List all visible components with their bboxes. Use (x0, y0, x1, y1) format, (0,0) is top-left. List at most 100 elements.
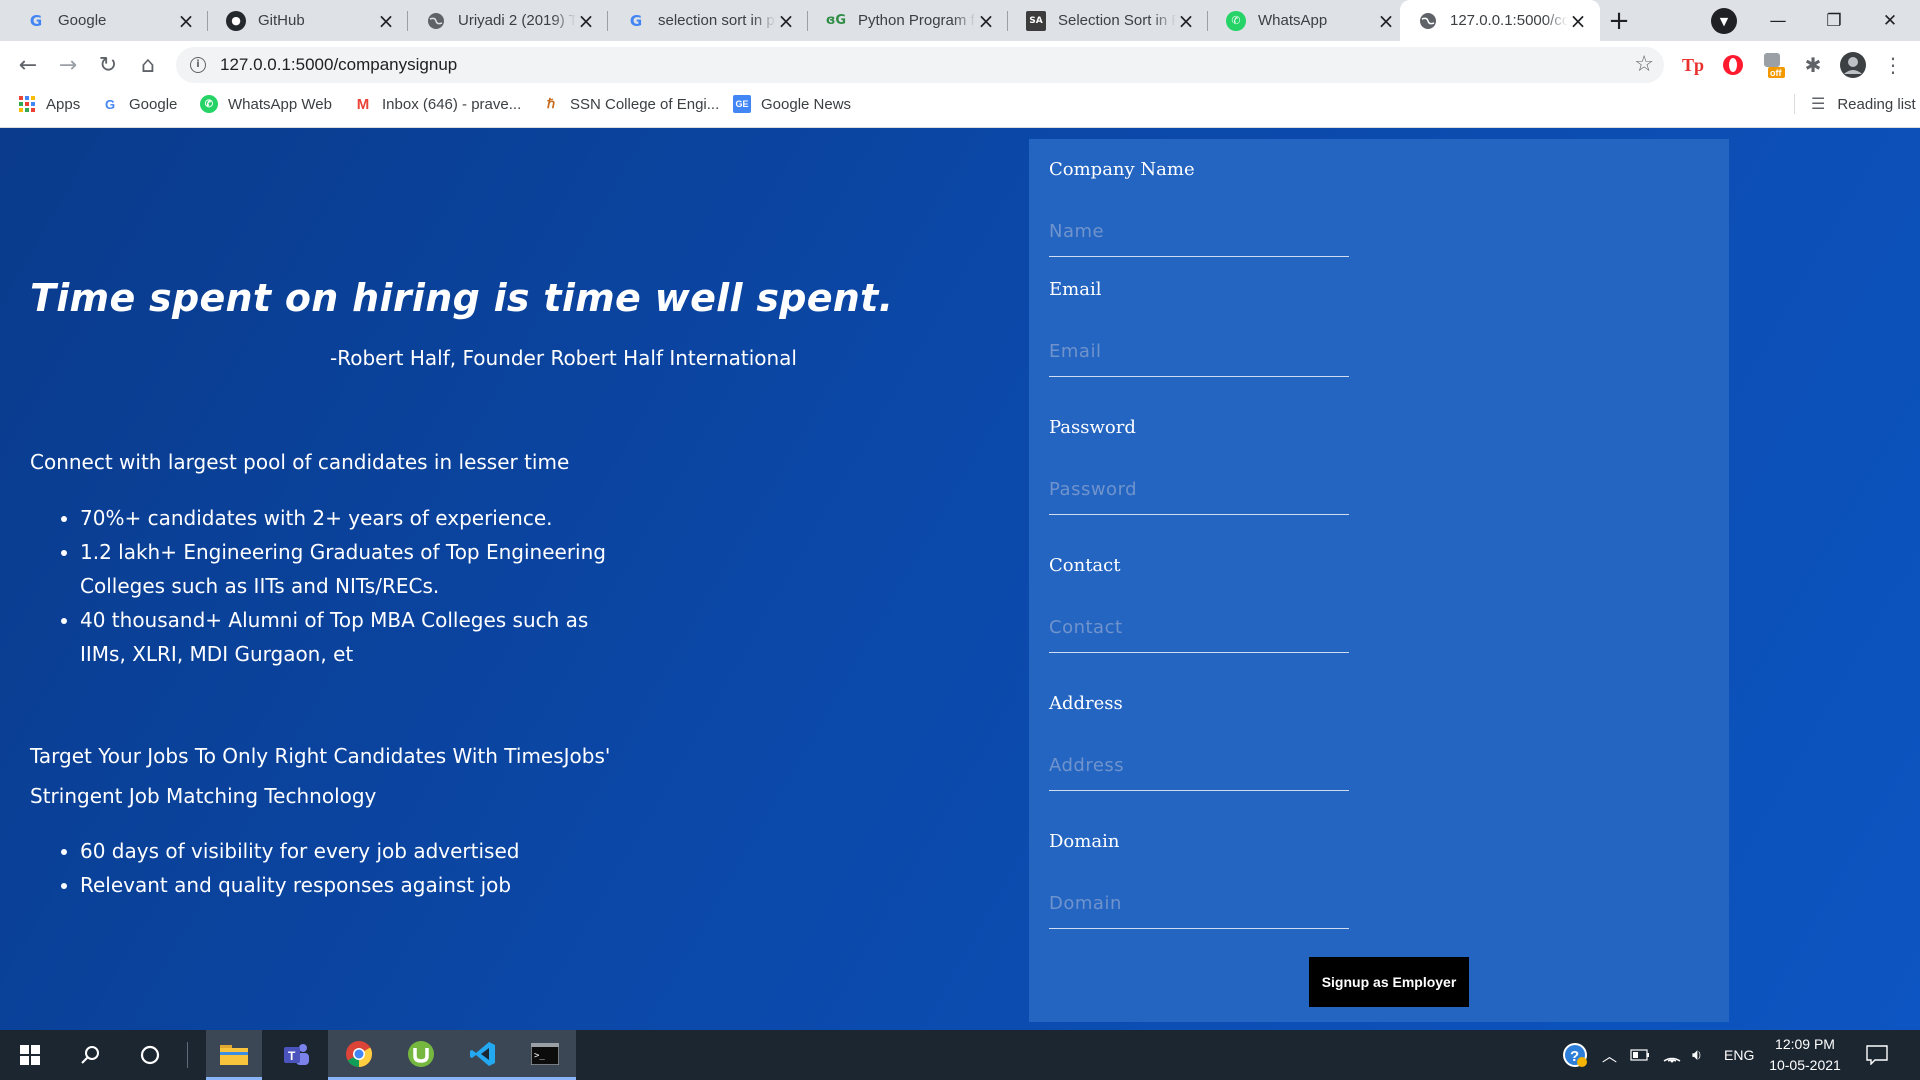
clock-date: 10-05-2021 (1769, 1057, 1841, 1073)
file-explorer-icon[interactable] (206, 1030, 262, 1080)
new-tab-button[interactable]: + (1604, 6, 1634, 36)
signup-employer-button[interactable]: Signup as Employer (1309, 957, 1469, 1007)
section2-list: 60 days of visibility for every job adve… (80, 834, 680, 902)
clock-time: 12:09 PM (1775, 1036, 1835, 1052)
utorrent-icon[interactable] (390, 1030, 452, 1080)
company-name-label: Company Name (1049, 159, 1195, 180)
battery-icon[interactable] (1630, 1030, 1656, 1080)
list-item: 40 thousand+ Alumni of Top MBA Colleges … (80, 603, 620, 671)
email-label: Email (1049, 279, 1102, 300)
tab-uriyadi[interactable]: Uriyadi 2 (2019) Tamil × (408, 0, 608, 41)
globe-icon (1418, 11, 1438, 31)
bookmark-google-news[interactable]: GE Google News (733, 88, 851, 120)
ssn-icon: ℏ (546, 96, 556, 111)
close-icon[interactable]: × (176, 9, 196, 33)
close-window-button[interactable]: ✕ (1862, 0, 1918, 41)
bookmark-whatsapp-web[interactable]: ✆ WhatsApp Web (200, 88, 332, 120)
signup-card: Company Name Email Password Contact Addr… (1029, 139, 1729, 1022)
svg-text:T: T (288, 1049, 296, 1063)
tab-title: GitHub (258, 12, 305, 29)
contact-label: Contact (1049, 555, 1121, 576)
tab-google[interactable]: G Google × (8, 0, 208, 41)
stackabuse-icon: SA (1026, 10, 1046, 31)
close-icon[interactable]: × (1176, 9, 1196, 33)
geeksforgeeks-icon: ɞG (825, 13, 847, 28)
tab-python-program[interactable]: ɞG Python Program for Selection Sort × (808, 0, 1008, 41)
menu-kebab-icon[interactable]: ⋮ (1878, 50, 1908, 80)
info-icon[interactable]: i (190, 57, 206, 73)
address-bar[interactable]: i 127.0.0.1:5000/companysignup ☆ (176, 47, 1664, 83)
close-icon[interactable]: × (1376, 9, 1396, 33)
password-input[interactable] (1049, 465, 1349, 515)
company-name-input[interactable] (1049, 207, 1349, 257)
tab-title: selection sort in python (658, 12, 776, 29)
bookmark-label: Google News (761, 95, 852, 113)
google-icon: G (629, 11, 643, 30)
email-input[interactable] (1049, 327, 1349, 377)
url-text[interactable]: 127.0.0.1:5000/companysignup (220, 55, 457, 75)
bookmark-apps[interactable]: Apps (18, 88, 80, 120)
google-icon: G (104, 96, 116, 112)
address-input[interactable] (1049, 741, 1349, 791)
reload-icon[interactable]: ↻ (92, 49, 124, 81)
chevron-up-icon[interactable]: ︿ (1602, 1030, 1622, 1080)
browser-toolbar: ← → ↻ ⌂ i 127.0.0.1:5000/companysignup ☆… (0, 41, 1920, 88)
chrome-icon[interactable] (328, 1030, 390, 1080)
forward-arrow-icon[interactable]: → (52, 49, 84, 81)
system-clock[interactable]: 12:09 PM 10-05-2021 (1760, 1034, 1850, 1076)
password-label: Password (1049, 417, 1136, 438)
windows-taskbar: T >_ ? ︿ 🔉︎ ENG 12:09 PM 10-05-2021 (0, 1030, 1920, 1080)
close-icon[interactable]: × (776, 9, 796, 33)
volume-icon[interactable]: 🔉︎ (1692, 1030, 1718, 1080)
cortana-icon[interactable] (120, 1030, 180, 1080)
close-icon[interactable]: × (376, 9, 396, 33)
close-icon[interactable]: × (976, 9, 996, 33)
minimize-button[interactable]: — (1750, 0, 1806, 41)
notifications-icon[interactable] (1866, 1030, 1896, 1080)
bookmark-label: SSN College of Engi... (570, 95, 720, 113)
restore-button[interactable]: ❐ (1806, 0, 1862, 41)
quote-author: -Robert Half, Founder Robert Half Intern… (330, 346, 797, 370)
bookmark-google[interactable]: G Google (101, 88, 177, 120)
extensions-puzzle-icon[interactable]: ✱ (1798, 50, 1828, 80)
tab-whatsapp[interactable]: ✆ WhatsApp × (1208, 0, 1408, 41)
terminal-icon[interactable]: >_ (514, 1030, 576, 1080)
close-icon[interactable]: × (576, 9, 596, 33)
windows-start-icon[interactable] (0, 1030, 60, 1080)
opera-extension-icon[interactable] (1718, 50, 1748, 80)
profile-avatar[interactable] (1838, 50, 1868, 80)
page-content: Time spent on hiring is time well spent.… (0, 128, 1920, 1030)
vscode-icon[interactable] (452, 1030, 514, 1080)
bookmark-label: Apps (46, 95, 81, 113)
help-icon[interactable]: ? (1562, 1030, 1594, 1080)
teams-icon[interactable]: T (268, 1030, 324, 1080)
bookmark-ssn[interactable]: ℏ SSN College of Engi... (542, 88, 719, 120)
domain-input[interactable] (1049, 879, 1349, 929)
tab-search-icon[interactable]: ▼ (1711, 8, 1737, 34)
extension-off-icon[interactable]: off (1758, 50, 1788, 80)
language-indicator[interactable]: ENG (1724, 1030, 1758, 1080)
tab-title: Google (58, 12, 107, 29)
close-icon[interactable]: × (1568, 9, 1588, 33)
bookmark-star-icon[interactable]: ☆ (1634, 52, 1654, 77)
tab-company-signup[interactable]: 127.0.0.1:5000/companysignup × (1400, 0, 1600, 41)
apps-grid-icon (18, 95, 36, 113)
extension-tp-icon[interactable]: Tp (1678, 50, 1708, 80)
tab-selection-sort-python[interactable]: SA Selection Sort in Python × (1008, 0, 1208, 41)
bookmark-inbox[interactable]: M Inbox (646) - prave... (354, 88, 521, 120)
globe-icon (426, 11, 446, 31)
svg-text:>_: >_ (534, 1051, 545, 1061)
search-icon[interactable] (60, 1030, 120, 1080)
back-arrow-icon[interactable]: ← (12, 49, 44, 81)
tab-github[interactable]: ● GitHub × (208, 0, 408, 41)
tab-title: 127.0.0.1:5000/companysignup (1450, 12, 1568, 29)
contact-input[interactable] (1049, 603, 1349, 653)
tab-selection-sort-search[interactable]: G selection sort in python × (608, 0, 808, 41)
google-news-icon: GE (733, 95, 751, 113)
wifi-icon[interactable] (1662, 1030, 1688, 1080)
reading-list[interactable]: ☰ Reading list (1794, 88, 1916, 120)
home-icon[interactable]: ⌂ (132, 49, 164, 81)
tab-strip: G Google × ● GitHub × Uriyadi 2 (2019) T… (0, 0, 1920, 41)
bookmark-label: Inbox (646) - prave... (382, 95, 522, 113)
whatsapp-icon: ✆ (1226, 10, 1246, 31)
